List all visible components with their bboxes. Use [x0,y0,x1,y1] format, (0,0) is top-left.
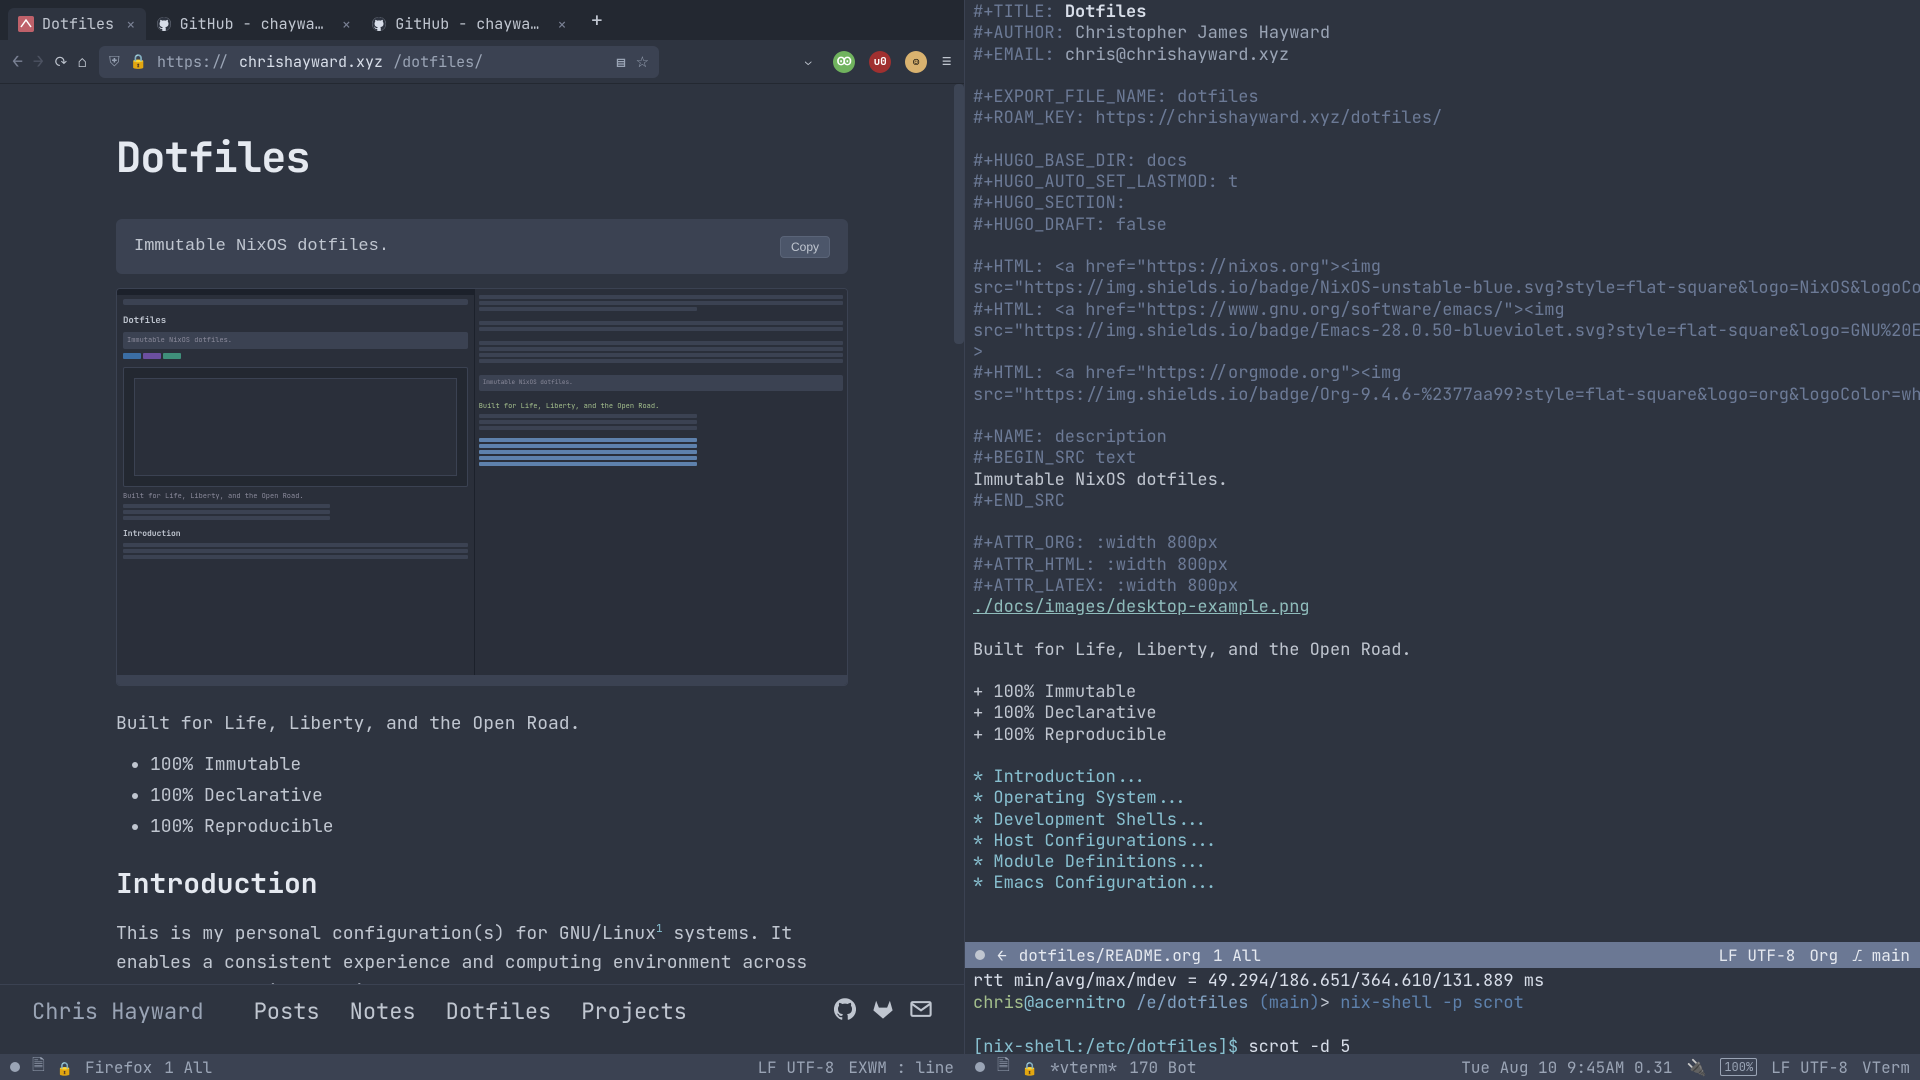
major-mode: EXWM : line [848,1057,954,1078]
extension-ublock-icon[interactable]: u0 [869,51,891,73]
hamburger-menu-icon[interactable]: ≡ [941,50,952,73]
file-icon: 🗎 [32,1054,45,1080]
copy-button[interactable]: Copy [780,236,830,258]
reload-icon[interactable]: ⟳ [56,51,66,72]
nav-link-notes[interactable]: Notes [350,997,416,1026]
reader-mode-icon[interactable]: ▤ [616,52,625,72]
code-snippet-text: Immutable NixOS dotfiles. [134,233,389,260]
nav-link-projects[interactable]: Projects [581,997,687,1026]
footnote-ref[interactable]: 1 [656,922,663,936]
mini-codebox: Immutable NixOS dotfiles. [123,332,468,349]
favicon-github-icon [156,16,172,32]
buffer-position: 1 All [1213,945,1261,966]
buffer-name: *vterm* [1050,1057,1117,1078]
page-tagline: Built for Life, Liberty, and the Open Ro… [116,710,848,739]
tab-label: GitHub - chayward1/dotf [395,14,545,34]
nav-link-dotfiles[interactable]: Dotfiles [446,997,552,1026]
lock-icon[interactable]: 🔒 [130,53,147,71]
nav-link-posts[interactable]: Posts [254,997,320,1026]
browser-tab-github-2[interactable]: GitHub - chayward1/dotf × [361,8,577,40]
browser-tab-dotfiles[interactable]: Dotfiles × [8,8,146,40]
home-icon[interactable]: ⌂ [77,51,87,72]
mini-title: Dotfiles [123,313,468,327]
nav-back-icon[interactable]: ← [12,50,23,73]
tab-close-icon[interactable]: × [342,14,352,35]
nav-forward-icon[interactable]: → [33,50,44,73]
list-item: 100% Immutable [150,751,848,780]
major-mode: Org [1809,945,1838,966]
browser-tab-github-1[interactable]: GitHub - chayward1/dotf × [146,8,362,40]
modeline-modified-icon [10,1062,20,1072]
clock: Tue Aug 10 9:45AM 0.31 [1461,1057,1672,1078]
tab-label: GitHub - chayward1/dotf [180,14,330,34]
encoding: LF UTF-8 [758,1057,835,1078]
modeline-modified-icon [975,1062,985,1072]
url-scheme: https:// [157,52,229,72]
browser-viewport[interactable]: Dotfiles Immutable NixOS dotfiles. Copy … [0,84,964,1019]
major-mode: VTerm [1862,1057,1910,1078]
mini-src: Immutable NixOS dotfiles. [479,375,843,391]
term-command: nix-shell -p scrot [1340,992,1524,1014]
tab-label: Dotfiles [42,14,114,34]
tab-close-icon[interactable]: × [557,14,567,35]
mini-tagline: Built for Life, Liberty, and the Open Ro… [123,491,468,502]
lock-icon [57,1057,73,1078]
modeline-firefox: 🗎 Firefox 1 All LF UTF-8 EXWM : line [0,1054,964,1080]
github-icon[interactable] [834,998,856,1026]
favicon-github-icon [371,16,387,32]
extension-tan-icon[interactable]: ☺ [905,51,927,73]
pocket-icon[interactable]: ⌄ [797,51,819,73]
url-bar[interactable]: ⛨ 🔒 https:// chrishayward.xyz/dotfiles/ ▤… [99,46,659,78]
back-arrow-icon: ← [997,945,1007,966]
term-command: scrot -d 5 [1248,1036,1350,1054]
site-brand[interactable]: Chris Hayward [32,997,204,1026]
tab-close-icon[interactable]: × [126,14,136,35]
buffer-position: 1 All [164,1057,212,1078]
encoding: LF UTF-8 [1719,945,1796,966]
mini-bottom-bar [117,675,847,685]
buffer-name: Firefox [85,1057,152,1078]
gitlab-icon[interactable] [872,998,894,1026]
modeline-vterm: 🗎 *vterm* 170 Bot Tue Aug 10 9:45AM 0.31… [965,1054,1920,1080]
code-snippet-box: Immutable NixOS dotfiles. Copy [116,219,848,274]
buffer-path: dotfiles/README.org [1019,945,1201,966]
mini-intro-heading: Introduction [123,528,468,541]
modeline-modified-icon [975,950,985,960]
extension-green-icon[interactable]: Ꙭ [833,51,855,73]
url-path: /dotfiles/ [393,52,483,72]
bookmark-star-icon[interactable]: ☆ [636,52,649,72]
site-nav: Chris Hayward Posts Notes Dotfiles Proje… [0,984,964,1038]
org-buffer[interactable]: #+TITLE: Dotfiles #+AUTHOR: Christopher … [965,0,1920,942]
battery-icon: 🔌 [1686,1057,1706,1078]
term-output-line: rtt min/avg/max/mdev = 49.294/186.651/36… [973,970,1544,992]
browser-tab-strip: Dotfiles × GitHub - chayward1/dotf × Git… [0,0,964,40]
page-screenshot-image: Dotfiles Immutable NixOS dotfiles. Built… [116,288,848,686]
lock-icon [1022,1057,1038,1078]
tracking-shield-icon[interactable]: ⛨ [109,53,120,71]
vterm-buffer[interactable]: rtt min/avg/max/mdev = 49.294/186.651/36… [965,968,1920,1054]
page-feature-list: 100% Immutable 100% Declarative 100% Rep… [150,751,848,841]
buffer-position: 170 Bot [1129,1057,1196,1078]
modeline-org: ← dotfiles/README.org 1 All LF UTF-8 Org… [965,942,1920,968]
battery-pct: 100% [1720,1058,1757,1076]
git-branch: ⎇ main [1852,945,1910,966]
favicon-site-icon [18,16,34,32]
intro-heading: Introduction [116,862,848,907]
scrollbar-thumb[interactable] [954,84,964,344]
list-item: 100% Declarative [150,782,848,811]
new-tab-button[interactable]: + [577,7,617,33]
page-title: Dotfiles [116,124,848,191]
list-item: 100% Reproducible [150,813,848,842]
url-host: chrishayward.xyz [239,52,383,72]
file-icon: 🗎 [997,1054,1010,1080]
email-icon[interactable] [910,998,932,1026]
mini-built-r: Built for Life, Liberty, and the Open Ro… [479,401,843,412]
browser-toolbar: ← → ⟳ ⌂ ⛨ 🔒 https:// chrishayward.xyz/dot… [0,40,964,84]
encoding: LF UTF-8 [1771,1057,1848,1078]
